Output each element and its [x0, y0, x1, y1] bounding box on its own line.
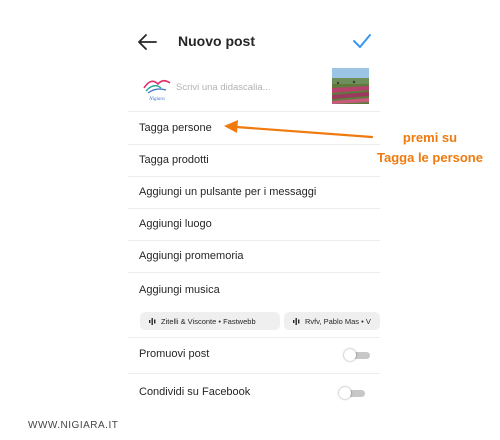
caption-input[interactable]	[176, 79, 324, 95]
menu-item-add-music[interactable]: Aggiungi musica	[128, 276, 380, 306]
music-chip-2[interactable]: Rvfv, Pablo Mas • V	[284, 312, 380, 330]
music-chip-label: Zitelli & Visconte • Fastwebb	[161, 316, 256, 326]
menu-item-label: Tagga persone	[139, 122, 212, 134]
avatar-text: Nigiara	[148, 97, 165, 102]
menu-item-label: Tagga prodotti	[139, 154, 209, 166]
menu-item-label: Aggiungi luogo	[139, 218, 212, 230]
promote-post-toggle[interactable]	[344, 349, 370, 361]
divider	[128, 240, 380, 241]
menu-item-add-location[interactable]: Aggiungi luogo	[128, 210, 380, 240]
share-facebook-toggle[interactable]	[339, 387, 365, 399]
menu-item-label: Aggiungi un pulsante per i messaggi	[139, 186, 317, 198]
menu-item-tag-people[interactable]: Tagga persone	[128, 114, 380, 144]
music-chip-label: Rvfv, Pablo Mas • V	[305, 316, 371, 326]
arrow-left-icon[interactable]	[136, 31, 158, 53]
divider	[128, 272, 380, 273]
annotation-callout: premi su Tagga le persone	[360, 128, 500, 168]
audio-wave-icon	[149, 317, 156, 325]
promote-post-row: Promuovi post	[128, 340, 380, 370]
menu-item-tag-products[interactable]: Tagga prodotti	[128, 146, 380, 176]
header-bar: Nuovo post	[128, 26, 380, 56]
annotation-line-1: premi su	[402, 130, 458, 145]
divider	[128, 208, 380, 209]
checkmark-icon[interactable]	[352, 32, 372, 50]
divider	[128, 176, 380, 177]
toggle-knob	[344, 349, 356, 361]
nigiara-logo-avatar: Nigiara	[143, 79, 171, 102]
menu-item-label: Aggiungi promemoria	[139, 250, 244, 262]
divider	[128, 144, 380, 145]
caption-row: Nigiara	[128, 65, 380, 112]
new-post-screen: Nuovo post Nigiara Tagga persone Tagga p…	[128, 0, 380, 412]
toggle-knob	[339, 387, 351, 399]
share-facebook-label: Condividi su Facebook	[139, 386, 251, 398]
menu-item-label: Aggiungi musica	[139, 284, 220, 296]
post-thumbnail[interactable]	[332, 68, 369, 104]
audio-wave-icon	[293, 317, 300, 325]
annotation-line-2: Tagga le persone	[377, 150, 483, 165]
divider	[128, 373, 380, 374]
menu-item-add-message-button[interactable]: Aggiungi un pulsante per i messaggi	[128, 178, 380, 208]
menu-item-add-reminder[interactable]: Aggiungi promemoria	[128, 242, 380, 272]
promote-post-label: Promuovi post	[139, 348, 210, 360]
music-chip-1[interactable]: Zitelli & Visconte • Fastwebb	[140, 312, 280, 330]
divider	[128, 337, 380, 338]
page-title: Nuovo post	[178, 33, 255, 49]
site-watermark: WWW.NIGIARA.IT	[28, 420, 119, 431]
